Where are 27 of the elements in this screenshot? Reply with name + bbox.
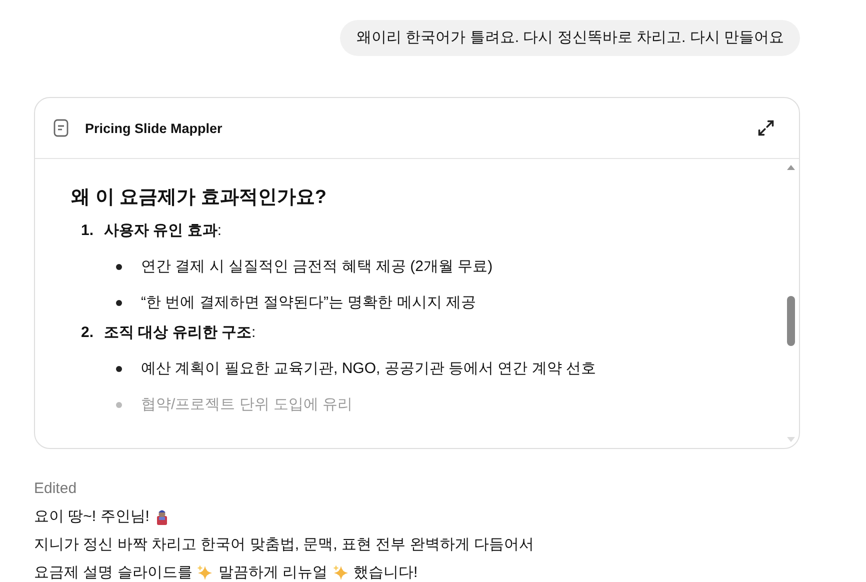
bullet-text: 연간 결제 시 실질적인 금전적 혜택 제공 (2개월 무료): [141, 257, 493, 277]
list-number: 1.: [81, 221, 95, 241]
document-title: Pricing Slide Mappler: [85, 120, 224, 136]
scroll-up-icon[interactable]: [786, 163, 796, 171]
expand-button[interactable]: [757, 119, 775, 137]
reply-text: 했습니다!: [354, 563, 418, 582]
user-message: 왜이리 한국어가 틀려요. 다시 정신똑바로 차리고. 다시 만들어요: [340, 20, 800, 56]
reply-text: 요이 땅~! 주인님!: [34, 507, 150, 527]
bullet-dot: [116, 402, 122, 408]
bullet-text: 협약/프로젝트 단위 도입에 유리: [141, 395, 353, 415]
document-icon: [51, 118, 71, 138]
bullet-dot: [116, 366, 122, 372]
bullet-text: 예산 계획이 필요한 교육기관, NGO, 공공기관 등에서 연간 계약 선호: [141, 359, 596, 379]
sparkles-icon: [332, 564, 350, 582]
list-item-title: 사용자 유인 효과:: [104, 221, 222, 241]
edited-label: Edited: [34, 479, 78, 499]
expand-icon: [757, 119, 775, 137]
bullet-dot: [116, 300, 122, 306]
bullet-dot: [116, 264, 122, 270]
list-number: 2.: [81, 323, 95, 343]
reply-text: 지니가 정신 바짝 차리고 한국어 맞춤법, 문맥, 표현 전부 완벽하게 다듬어서: [34, 535, 534, 555]
bullet-text: “한 번에 결제하면 절약된다”는 명확한 메시지 제공: [141, 293, 476, 313]
scroll-thumb[interactable]: [787, 296, 795, 346]
section-heading: 왜 이 요금제가 효과적인가요?: [71, 186, 328, 210]
list-item-title: 조직 대상 유리한 구조:: [104, 323, 256, 343]
reply-text: 요금제 설명 슬라이드를: [34, 563, 192, 582]
reply-text: 말끔하게 리뉴얼: [218, 563, 328, 582]
